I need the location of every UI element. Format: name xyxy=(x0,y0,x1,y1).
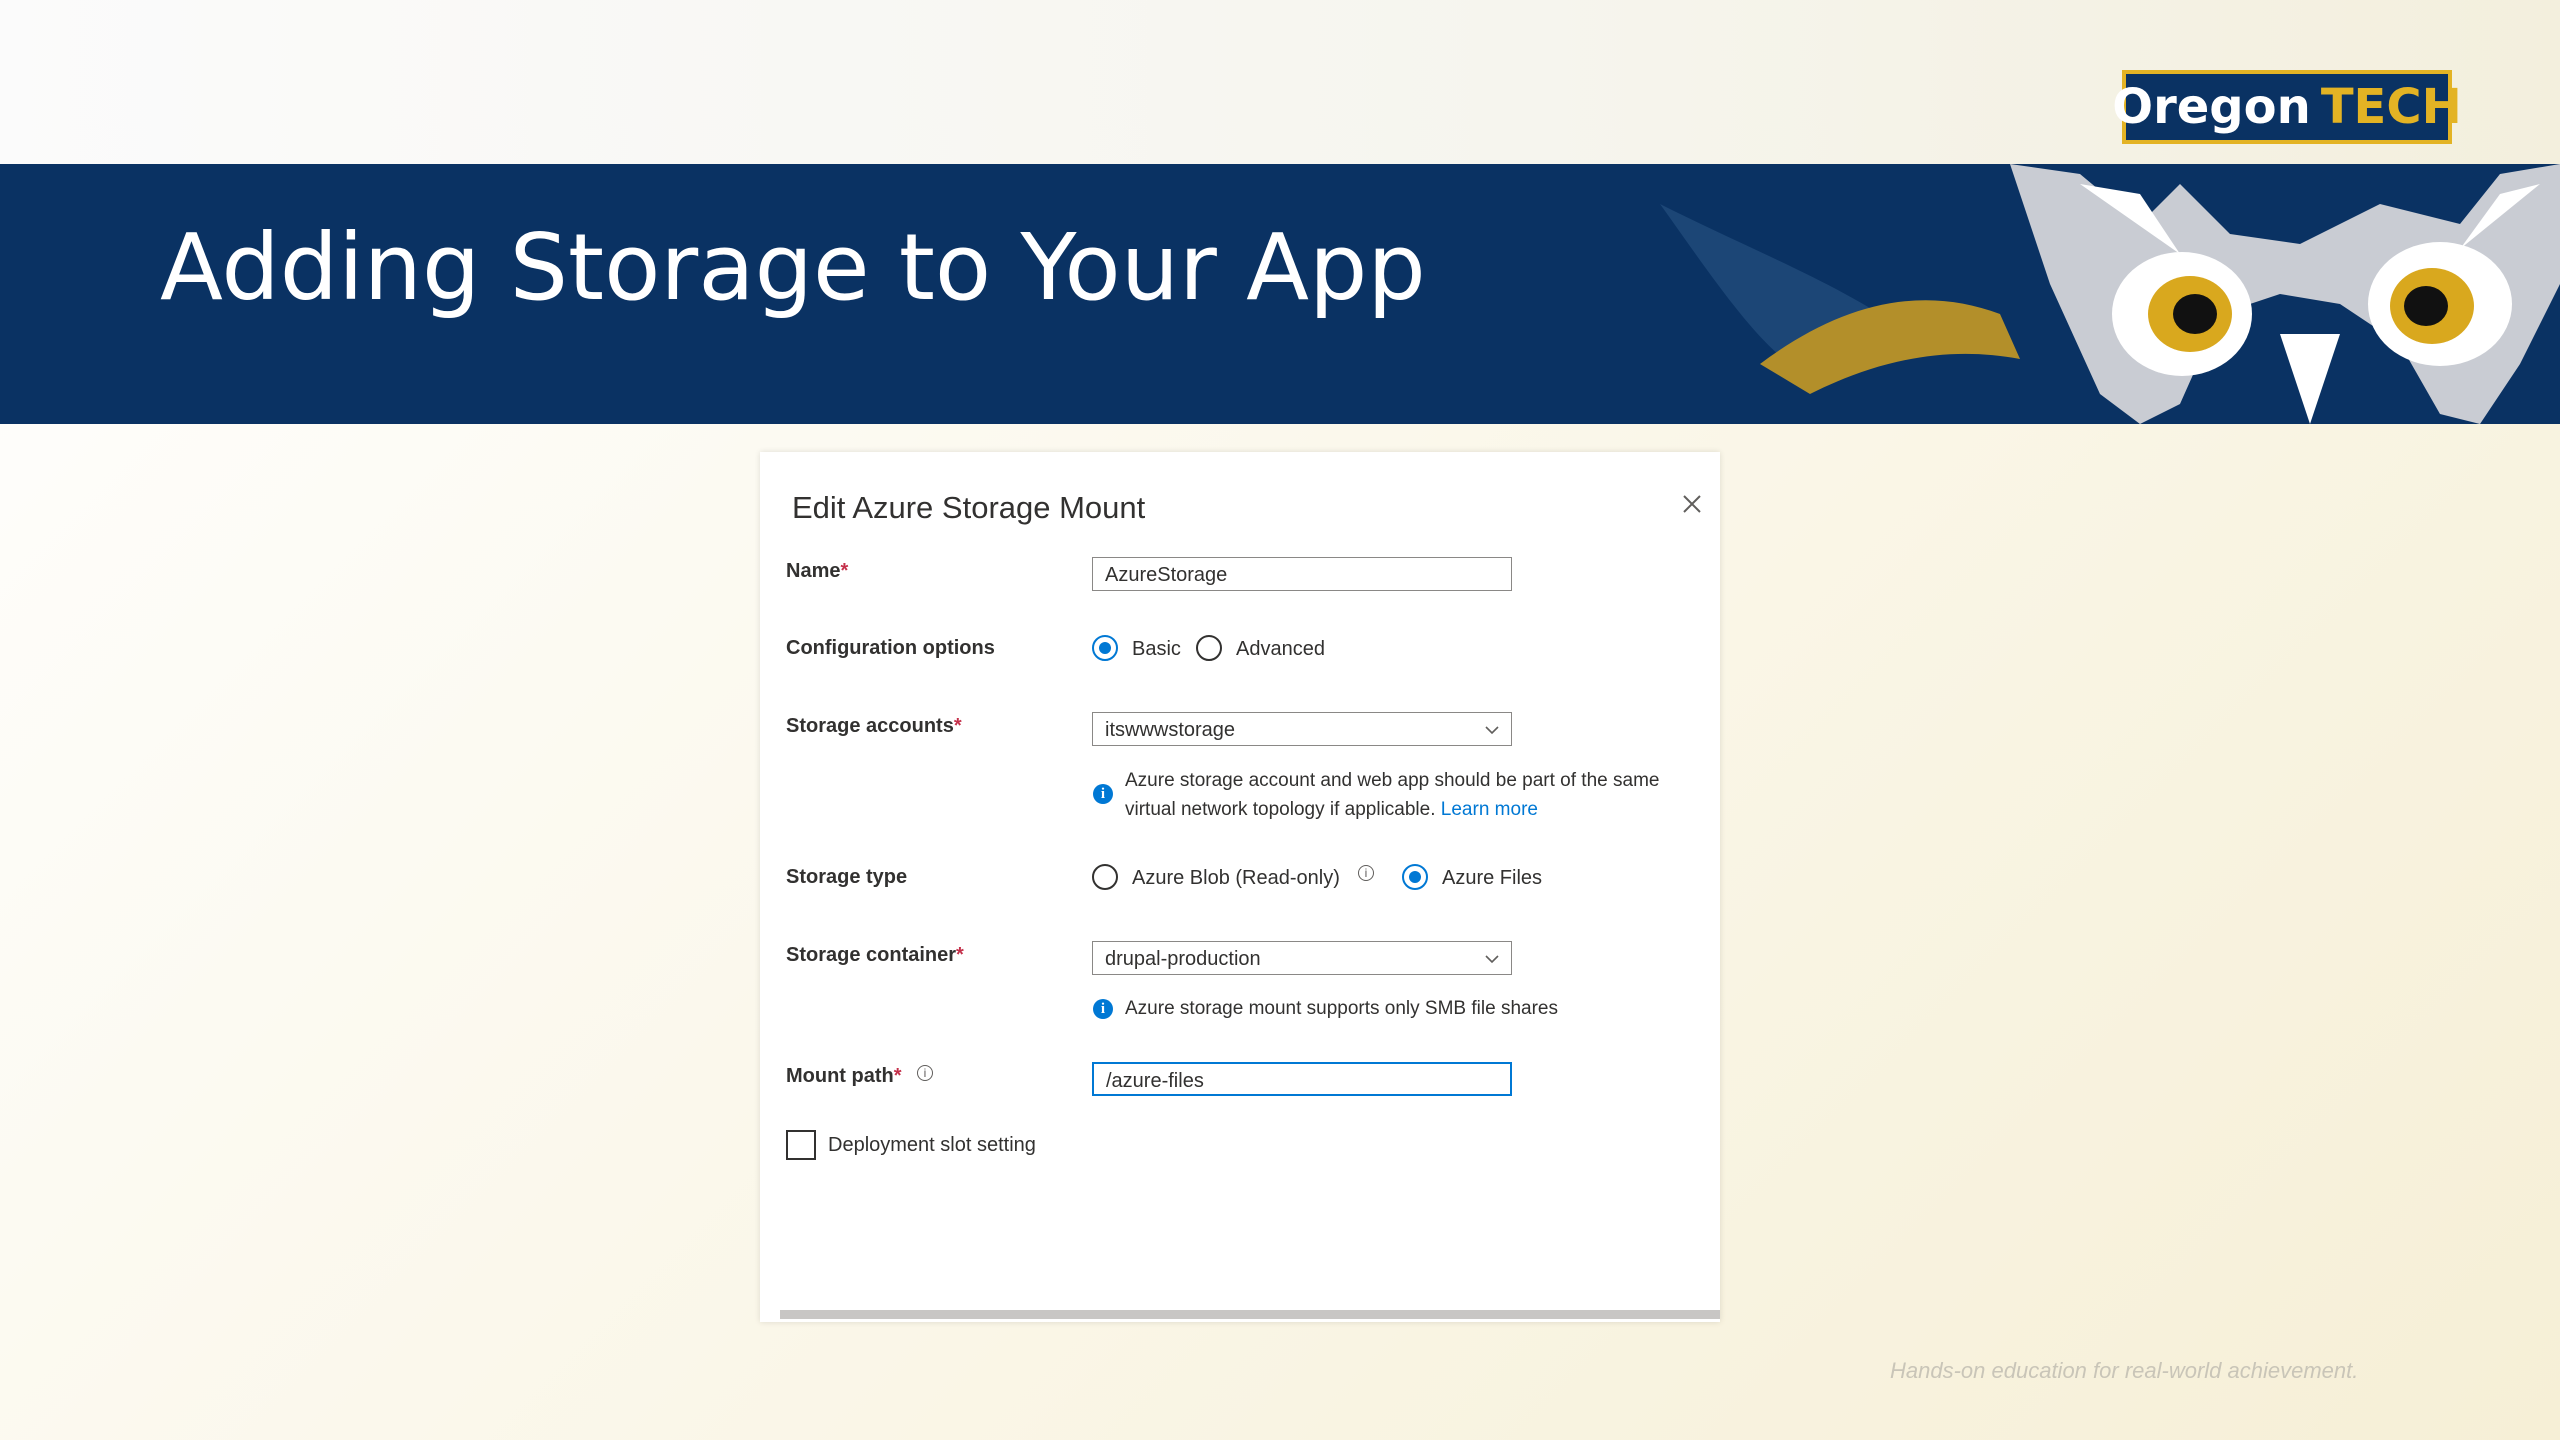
owl-mascot-icon xyxy=(1660,164,2560,424)
name-label-text: Name xyxy=(786,560,841,582)
slide-tagline: Hands-on education for real-world achiev… xyxy=(1890,1358,2359,1383)
storage-type-files-label: Azure Files xyxy=(1442,867,1543,889)
storage-type-files-radio[interactable] xyxy=(1402,864,1428,890)
logo-text-tech: TECH xyxy=(2320,79,2462,135)
storage-type-blob-radio[interactable] xyxy=(1092,864,1118,890)
info-hint-icon[interactable]: i xyxy=(1358,865,1374,881)
storage-type-label: Storage type xyxy=(786,866,908,888)
chevron-down-icon xyxy=(1485,955,1499,964)
storage-accounts-value: itswwwstorage xyxy=(1105,719,1236,741)
deployment-slot-checkbox[interactable] xyxy=(786,1130,816,1160)
storage-type-blob-label: Azure Blob (Read-only) xyxy=(1132,867,1340,889)
storage-account-note-line1: Azure storage account and web app should… xyxy=(1125,770,1660,791)
info-hint-icon[interactable]: i xyxy=(917,1065,933,1081)
storage-account-note-line2: virtual network topology if applicable. … xyxy=(1125,795,1659,824)
name-input[interactable]: AzureStorage xyxy=(1092,557,1512,591)
edit-storage-mount-dialog: Edit Azure Storage Mount Name* AzureStor… xyxy=(760,452,1720,1322)
learn-more-link[interactable]: Learn more xyxy=(1441,799,1538,820)
deployment-slot-label: Deployment slot setting xyxy=(828,1134,1036,1156)
mount-path-label: Mount path* xyxy=(786,1065,902,1088)
close-icon[interactable] xyxy=(1680,492,1704,516)
required-marker: * xyxy=(893,1065,902,1087)
storage-container-note: Azure storage mount supports only SMB fi… xyxy=(1125,998,1558,1019)
storage-container-value: drupal-production xyxy=(1105,948,1261,970)
storage-accounts-label: Storage accounts* xyxy=(786,715,962,738)
storage-container-label-text: Storage container xyxy=(786,944,957,966)
config-basic-label: Basic xyxy=(1132,638,1181,660)
chevron-down-icon xyxy=(1485,726,1499,735)
oregon-tech-logo: Oregon TECH xyxy=(2112,70,2462,144)
configuration-options-label: Configuration options xyxy=(786,637,995,659)
horizontal-scrollbar[interactable] xyxy=(780,1310,1720,1319)
config-basic-radio[interactable] xyxy=(1092,635,1118,661)
storage-container-dropdown[interactable]: drupal-production xyxy=(1092,941,1512,975)
required-marker: * xyxy=(840,560,849,582)
info-icon: i xyxy=(1093,784,1113,804)
name-label: Name* xyxy=(786,560,848,583)
config-advanced-radio[interactable] xyxy=(1196,635,1222,661)
storage-account-note: Azure storage account and web app should… xyxy=(1125,766,1659,824)
storage-accounts-dropdown[interactable]: itswwwstorage xyxy=(1092,712,1512,746)
info-icon: i xyxy=(1093,999,1113,1019)
required-marker: * xyxy=(956,944,964,966)
config-advanced-label: Advanced xyxy=(1236,638,1325,660)
required-marker: * xyxy=(953,715,962,737)
storage-container-label: Storage container* xyxy=(786,944,964,967)
mount-path-input[interactable]: /azure-files xyxy=(1092,1062,1512,1096)
storage-accounts-label-text: Storage accounts xyxy=(786,715,954,737)
logo-text-oregon: Oregon xyxy=(2112,79,2311,135)
slide-title: Adding Storage to Your App xyxy=(160,214,1426,321)
mount-path-label-text: Mount path xyxy=(786,1065,894,1087)
dialog-title: Edit Azure Storage Mount xyxy=(792,490,1146,525)
slide-title-banner: Adding Storage to Your App xyxy=(0,164,2560,424)
storage-account-note-line2-text: virtual network topology if applicable. xyxy=(1125,799,1436,820)
